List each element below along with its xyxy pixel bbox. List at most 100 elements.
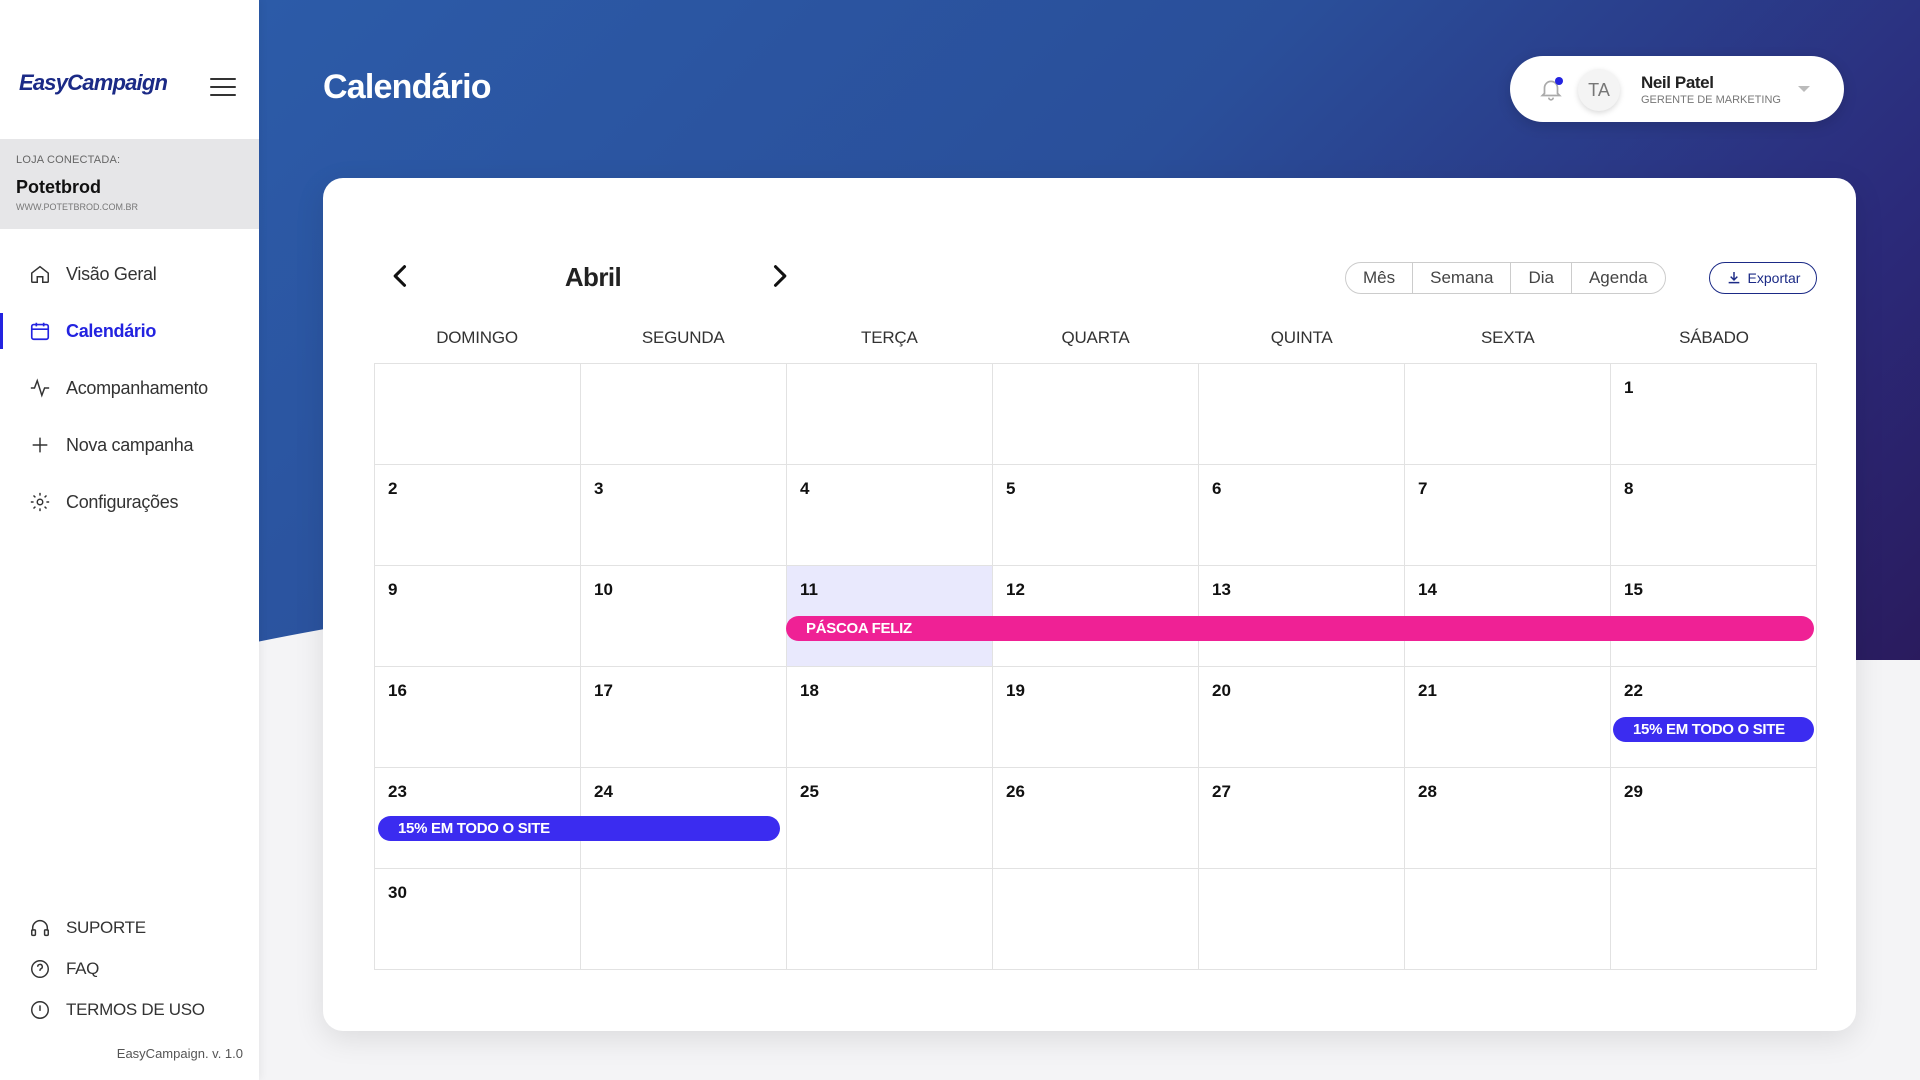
sidebar-item-configuracoes[interactable]: Configurações (0, 482, 259, 522)
next-month-button[interactable] (765, 262, 793, 290)
sidebar-item-label: Nova campanha (66, 434, 194, 455)
sidebar-item-label: FAQ (66, 959, 100, 978)
notifications-button[interactable] (1538, 76, 1564, 102)
day-number: 13 (1212, 580, 1231, 599)
day-cell[interactable]: 6 (1199, 465, 1405, 566)
day-number: 16 (388, 681, 407, 700)
app-logo[interactable]: EasyCampaign (19, 70, 168, 96)
day-number: 26 (1006, 782, 1025, 801)
day-cell[interactable] (1611, 869, 1817, 970)
day-cell[interactable]: 17 (581, 667, 787, 768)
avatar[interactable]: TA (1578, 69, 1620, 111)
prev-month-button[interactable] (387, 262, 415, 290)
export-button[interactable]: Exportar (1709, 262, 1817, 294)
plus-icon (32, 437, 48, 453)
view-agenda-button[interactable]: Agenda (1572, 263, 1665, 293)
day-cell[interactable]: 2 (375, 465, 581, 566)
sidebar-item-label: Calendário (66, 320, 157, 341)
day-number: 4 (800, 479, 810, 498)
sidebar-item-suporte[interactable]: SUPORTE (0, 912, 259, 944)
user-menu[interactable]: TA Neil Patel GERENTE DE MARKETING (1510, 56, 1844, 122)
day-number: 27 (1212, 782, 1231, 801)
day-cell[interactable] (581, 869, 787, 970)
connected-store: LOJA CONECTADA: Potetbrod WWW.POTETBROD.… (0, 139, 259, 229)
page-title: Calendário (323, 68, 492, 106)
weekday-label: QUINTA (1270, 328, 1333, 347)
sidebar-item-label: SUPORTE (66, 918, 146, 937)
sidebar-item-faq[interactable]: FAQ (0, 953, 259, 985)
event-15-em-todo-o-site[interactable]: 15% EM TODO O SITE (1613, 717, 1814, 742)
day-cell[interactable]: 8 (1611, 465, 1817, 566)
menu-toggle-button[interactable] (210, 78, 236, 98)
month-label: Abril (564, 262, 622, 292)
hamburger-icon (210, 78, 236, 80)
day-cell[interactable] (993, 869, 1199, 970)
day-cell[interactable]: 5 (993, 465, 1199, 566)
day-cell[interactable]: 28 (1405, 768, 1611, 869)
activity-icon (30, 378, 50, 398)
day-cell[interactable]: 16 (375, 667, 581, 768)
day-number: 21 (1418, 681, 1437, 700)
view-week-button[interactable]: Semana (1413, 263, 1512, 293)
hamburger-icon-line (210, 94, 236, 96)
day-number: 30 (388, 883, 407, 902)
user-role: GERENTE DE MARKETING (1641, 94, 1781, 106)
day-number: 28 (1418, 782, 1437, 801)
day-number: 6 (1212, 479, 1222, 498)
weekday-label: SÁBADO (1679, 328, 1749, 347)
store-label: LOJA CONECTADA: (16, 154, 121, 166)
day-cell[interactable] (993, 364, 1199, 465)
day-cell[interactable] (1405, 364, 1611, 465)
home-icon (31, 265, 49, 283)
day-cell[interactable]: 1 (1611, 364, 1817, 465)
day-cell[interactable] (787, 364, 993, 465)
sidebar-item-nova-campanha[interactable]: Nova campanha (0, 425, 259, 465)
day-cell[interactable]: 3 (581, 465, 787, 566)
day-cell[interactable]: 10 (581, 566, 787, 667)
sidebar: EasyCampaign LOJA CONECTADA: Potetbrod W… (0, 0, 259, 1080)
day-number: 11 (800, 580, 818, 599)
help-icon (31, 960, 49, 978)
event-15-em-todo-o-site[interactable]: 15% EM TODO O SITE (378, 816, 780, 841)
weekday-header: DOMINGO SEGUNDA TERÇA QUARTA QUINTA SEXT… (374, 328, 1817, 358)
day-cell[interactable] (1199, 364, 1405, 465)
gear-icon (30, 492, 50, 512)
day-number: 10 (594, 580, 613, 599)
user-name: Neil Patel (1641, 73, 1714, 92)
chevron-down-icon[interactable] (1798, 86, 1810, 92)
day-number: 12 (1006, 580, 1025, 599)
alert-icon (31, 1001, 49, 1019)
view-month-button[interactable]: Mês (1346, 263, 1414, 293)
day-cell[interactable]: 20 (1199, 667, 1405, 768)
notification-badge (1555, 77, 1563, 85)
day-cell[interactable] (1405, 869, 1611, 970)
day-cell[interactable] (581, 364, 787, 465)
event-pascoa-feliz[interactable]: PÁSCOA FELIZ (786, 616, 1814, 641)
day-cell[interactable]: 29 (1611, 768, 1817, 869)
day-cell[interactable]: 26 (993, 768, 1199, 869)
sidebar-item-label: Acompanhamento (66, 377, 208, 398)
day-cell[interactable]: 9 (375, 566, 581, 667)
sidebar-item-visao-geral[interactable]: Visão Geral (0, 254, 259, 294)
day-number: 3 (594, 479, 604, 498)
day-cell[interactable] (375, 364, 581, 465)
day-cell[interactable]: 25 (787, 768, 993, 869)
day-number: 29 (1624, 782, 1643, 801)
day-cell[interactable]: 7 (1405, 465, 1611, 566)
sidebar-item-termos-de-uso[interactable]: TERMOS DE USO (0, 994, 259, 1026)
view-day-button[interactable]: Dia (1511, 263, 1572, 293)
day-cell[interactable] (1199, 869, 1405, 970)
day-cell[interactable]: 30 (375, 869, 581, 970)
day-number: 9 (388, 580, 398, 599)
day-cell[interactable]: 19 (993, 667, 1199, 768)
weekday-label: SEXTA (1481, 328, 1535, 347)
day-cell[interactable]: 4 (787, 465, 993, 566)
sidebar-item-label: Configurações (66, 491, 179, 512)
day-number: 2 (388, 479, 398, 498)
day-cell[interactable] (787, 869, 993, 970)
day-cell[interactable]: 21 (1405, 667, 1611, 768)
sidebar-item-acompanhamento[interactable]: Acompanhamento (0, 368, 259, 408)
day-cell[interactable]: 27 (1199, 768, 1405, 869)
sidebar-item-calendario[interactable]: Calendário (0, 311, 259, 351)
day-cell[interactable]: 18 (787, 667, 993, 768)
